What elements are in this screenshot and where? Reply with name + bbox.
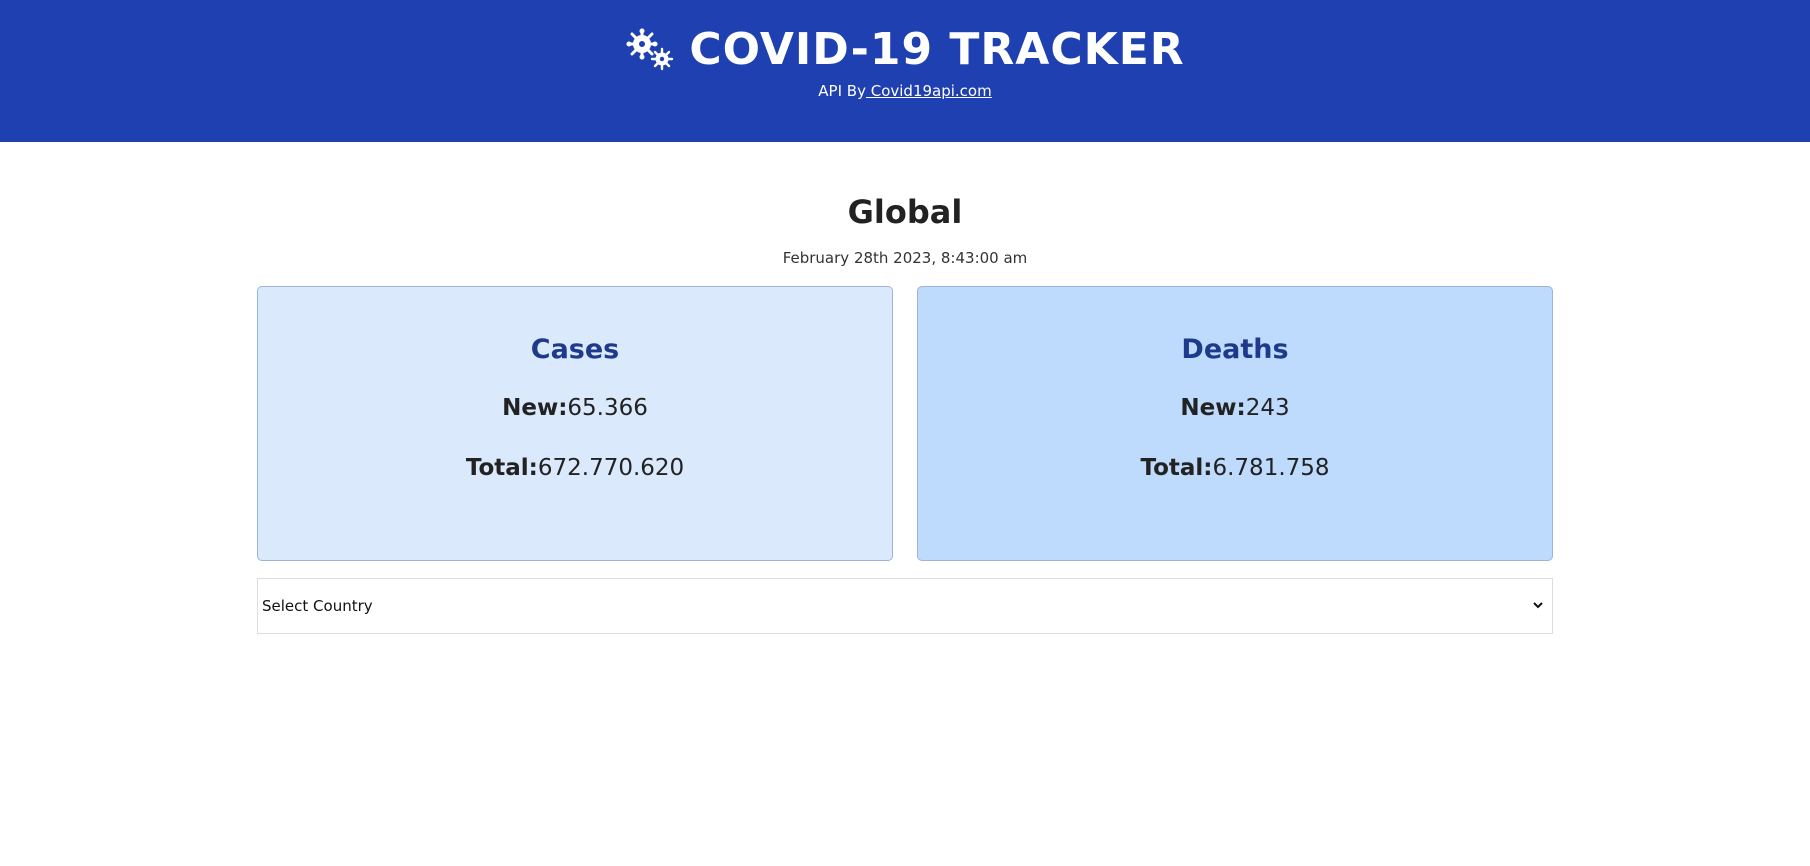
page-title: Global <box>847 193 963 231</box>
cases-card: Cases New:65.366 Total:672.770.620 <box>257 286 893 561</box>
deaths-total-stat: Total:6.781.758 <box>918 453 1552 483</box>
api-credit-label: API By <box>818 82 866 100</box>
api-credit-link[interactable]: Covid19api.com <box>866 82 992 100</box>
cases-new-label: New: <box>502 395 568 421</box>
cases-card-title: Cases <box>530 334 620 365</box>
virus-icon <box>626 28 674 71</box>
country-select-value: Select Country <box>262 597 373 615</box>
main-content: Global February 28th 2023, 8:43:00 am Ca… <box>257 192 1553 634</box>
app-header: COVID-19 TRACKER API By Covid19api.com <box>0 0 1810 142</box>
api-credit: API By Covid19api.com <box>818 82 991 100</box>
deaths-total-value: 6.781.758 <box>1212 455 1330 481</box>
deaths-card-title: Deaths <box>1181 334 1289 365</box>
deaths-new-value: 243 <box>1245 395 1290 421</box>
app-title: COVID-19 TRACKER <box>689 24 1185 75</box>
brand: COVID-19 TRACKER <box>625 24 1184 76</box>
update-timestamp: February 28th 2023, 8:43:00 am <box>782 249 1028 267</box>
cases-total-value: 672.770.620 <box>537 455 685 481</box>
deaths-new-stat: New:243 <box>918 393 1552 423</box>
country-select[interactable]: Select Country <box>257 578 1553 634</box>
cases-new-stat: New:65.366 <box>258 393 892 423</box>
deaths-card: Deaths New:243 Total:6.781.758 <box>917 286 1553 561</box>
deaths-total-label: Total: <box>1140 455 1213 481</box>
stats-cards: Cases New:65.366 Total:672.770.620 Death… <box>257 286 1553 561</box>
deaths-new-label: New: <box>1180 395 1246 421</box>
chevron-down-icon <box>1533 602 1543 609</box>
cases-new-value: 65.366 <box>567 395 648 421</box>
cases-total-label: Total: <box>465 455 538 481</box>
cases-total-stat: Total:672.770.620 <box>258 453 892 483</box>
